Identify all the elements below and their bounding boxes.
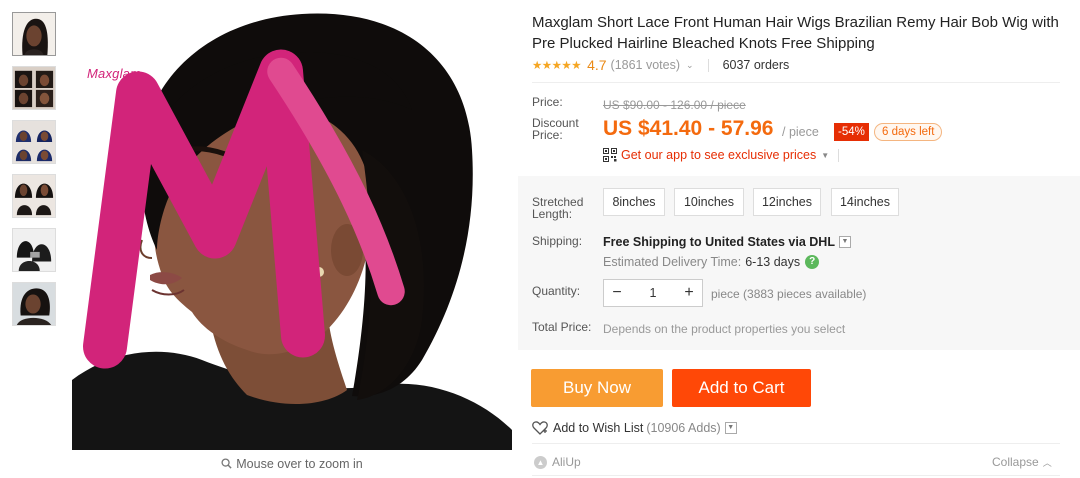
product-title: Maxglam Short Lace Front Human Hair Wigs…	[532, 14, 1059, 52]
add-to-cart-button[interactable]: Add to Cart	[672, 369, 811, 407]
collapse-toggle[interactable]: Collapse ︿	[992, 455, 1052, 469]
app-promo-caret-icon: ▼	[821, 150, 830, 160]
eta-label: Estimated Delivery Time:	[603, 255, 742, 269]
quantity-increase-button[interactable]: +	[676, 280, 702, 306]
original-price: US $90.00 - 126.00 / piece	[603, 98, 746, 112]
brand-logo: Maxglam	[72, 6, 405, 369]
thumbnail-1[interactable]	[12, 12, 56, 56]
price-label: Price:	[532, 95, 563, 109]
shipping-dropdown-chevron-icon[interactable]: ▼	[838, 236, 851, 248]
time-left-badge: 6 days left	[874, 123, 943, 141]
divider	[532, 82, 1060, 83]
wishlist-text: Add to Wish List	[553, 421, 644, 435]
main-product-image[interactable]: Maxglam	[72, 0, 512, 450]
heart-icon	[532, 421, 548, 435]
quantity-label: Quantity:	[532, 284, 581, 298]
brand-logo-text: Maxglam	[87, 66, 142, 81]
discount-percent-badge: -54%	[834, 123, 869, 141]
magnifier-icon	[221, 458, 232, 469]
divider	[532, 443, 1060, 444]
rating-divider	[707, 58, 709, 72]
length-option-8inches[interactable]: 8inches	[603, 188, 665, 216]
aliup-section: ▲ AliUp	[534, 455, 581, 469]
price-unit: / piece	[782, 125, 819, 139]
stock-available: piece (3883 pieces available)	[711, 287, 867, 301]
delivery-estimate: Estimated Delivery Time: 6-13 days ?	[603, 255, 820, 269]
length-option-10inches[interactable]: 10inches	[674, 188, 744, 216]
rating-stars: ★★★★★	[532, 60, 582, 72]
product-info-panel: Maxglam Short Lace Front Human Hair Wigs…	[518, 0, 1080, 478]
buy-now-button[interactable]: Buy Now	[531, 369, 663, 407]
discount-label-line2: Price:	[532, 128, 563, 142]
shipping-method: Free Shipping to United States via DHL ▼	[603, 235, 851, 249]
votes-chevron-down-icon[interactable]: ⌄	[686, 60, 694, 71]
orders-count: 6037 orders	[722, 58, 790, 72]
divider	[532, 475, 1060, 476]
votes-link[interactable]: (1861 votes)	[611, 58, 680, 72]
thumbnail-5[interactable]	[12, 228, 56, 272]
qr-code-icon	[603, 148, 617, 162]
app-promo-divider	[838, 148, 840, 162]
wishlist-count: (10906 Adds)	[646, 421, 721, 435]
quantity-stepper: − +	[603, 279, 703, 307]
total-price-label: Total Price:	[532, 320, 592, 334]
total-price-value: Depends on the product properties you se…	[603, 322, 846, 336]
wishlist-dropdown-chevron-icon[interactable]: ▼	[724, 422, 737, 434]
quantity-input[interactable]	[633, 286, 673, 300]
shipping-text: Free Shipping to United States via DHL	[603, 235, 835, 249]
zoom-hint-text: Mouse over to zoom in	[236, 457, 363, 471]
length-option-14inches[interactable]: 14inches	[831, 188, 899, 216]
eta-value: 6-13 days	[745, 255, 801, 269]
length-option-12inches[interactable]: 12inches	[753, 188, 821, 216]
app-promo-link[interactable]: Get our app to see exclusive prices ▼	[603, 148, 840, 162]
discount-price: US $41.40 - 57.96	[603, 117, 774, 140]
aliup-label: AliUp	[552, 455, 581, 469]
zoom-hint: Mouse over to zoom in	[72, 457, 512, 471]
thumbnail-2[interactable]	[12, 66, 56, 110]
thumbnail-6[interactable]	[12, 282, 56, 326]
rating-value: 4.7	[587, 57, 607, 73]
rating-row: ★★★★★ 4.7 (1861 votes) ⌄ 6037 orders	[532, 56, 789, 74]
quantity-decrease-button[interactable]: −	[604, 280, 630, 306]
chevron-up-icon: ︿	[1042, 458, 1052, 468]
length-label-line2: Length:	[532, 207, 573, 221]
help-question-icon[interactable]: ?	[805, 255, 820, 269]
thumbnail-list	[12, 12, 56, 336]
aliup-icon: ▲	[534, 455, 547, 469]
collapse-label: Collapse	[992, 455, 1039, 469]
thumbnail-3[interactable]	[12, 120, 56, 164]
shipping-label: Shipping:	[532, 234, 583, 248]
product-options: Stretched Length: 8inches 10inches 12inc…	[518, 176, 1080, 350]
thumbnail-4[interactable]	[12, 174, 56, 218]
add-to-wishlist-link[interactable]: Add to Wish List (10906 Adds) ▼	[532, 421, 737, 435]
app-promo-text: Get our app to see exclusive prices	[621, 148, 817, 162]
